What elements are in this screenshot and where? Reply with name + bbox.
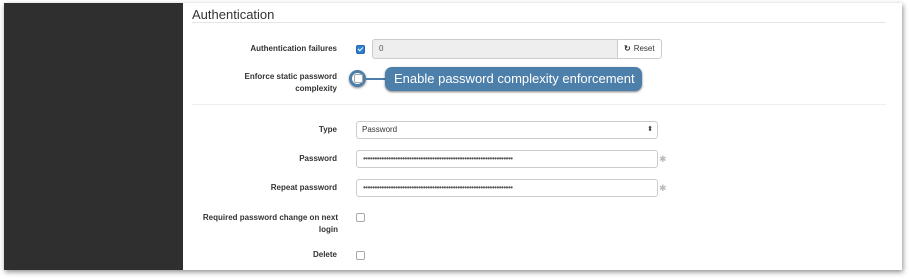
section-divider <box>192 104 886 105</box>
required-change-checkbox[interactable] <box>356 213 365 222</box>
enforce-static-label-line1: Enforce static password <box>244 72 337 81</box>
enforce-static-label-line2: complexity <box>295 84 337 93</box>
title-rule <box>192 22 886 23</box>
repeat-password-masked-value: ••••••••••••••••••••••••••••••••••••••••… <box>363 183 513 192</box>
settings-panel: Authentication Authentication failures 0… <box>183 3 902 270</box>
delete-label: Delete <box>312 250 337 259</box>
required-change-label-line1: Required password change on next <box>202 213 338 222</box>
repeat-password-label: Repeat password <box>270 183 337 192</box>
section-title: Authentication <box>192 7 275 22</box>
auth-failures-input[interactable]: 0 <box>372 39 619 59</box>
sidebar <box>4 3 183 270</box>
reset-button-label: Reset <box>633 44 655 53</box>
gear-icon[interactable]: ✱ <box>659 183 667 193</box>
type-select-value: Password <box>362 125 398 134</box>
gear-icon[interactable]: ✱ <box>659 154 667 164</box>
auth-failures-checkbox[interactable] <box>356 45 365 54</box>
password-input[interactable]: ••••••••••••••••••••••••••••••••••••••••… <box>356 150 658 168</box>
password-label: Password <box>299 154 337 163</box>
refresh-icon: ↻ <box>624 44 631 53</box>
required-change-label: Required password change on next login <box>189 212 338 236</box>
callout-bubble: Enable password complexity enforcement <box>385 67 642 91</box>
password-masked-value: ••••••••••••••••••••••••••••••••••••••••… <box>363 154 513 163</box>
auth-failures-label: Authentication failures <box>250 44 337 53</box>
enforce-static-checkbox[interactable] <box>354 74 363 83</box>
screenshot-frame: Authentication Authentication failures 0… <box>4 3 902 270</box>
select-arrows-icon: ⬍ <box>647 126 653 133</box>
type-select[interactable]: Password ⬍ <box>356 121 658 139</box>
type-label: Type <box>318 125 337 134</box>
reset-button[interactable]: ↻ Reset <box>617 39 662 59</box>
repeat-password-input[interactable]: ••••••••••••••••••••••••••••••••••••••••… <box>356 179 658 197</box>
required-change-label-line2: login <box>318 225 338 234</box>
delete-checkbox[interactable] <box>356 251 365 260</box>
enforce-static-label: Enforce static password complexity <box>189 71 337 95</box>
